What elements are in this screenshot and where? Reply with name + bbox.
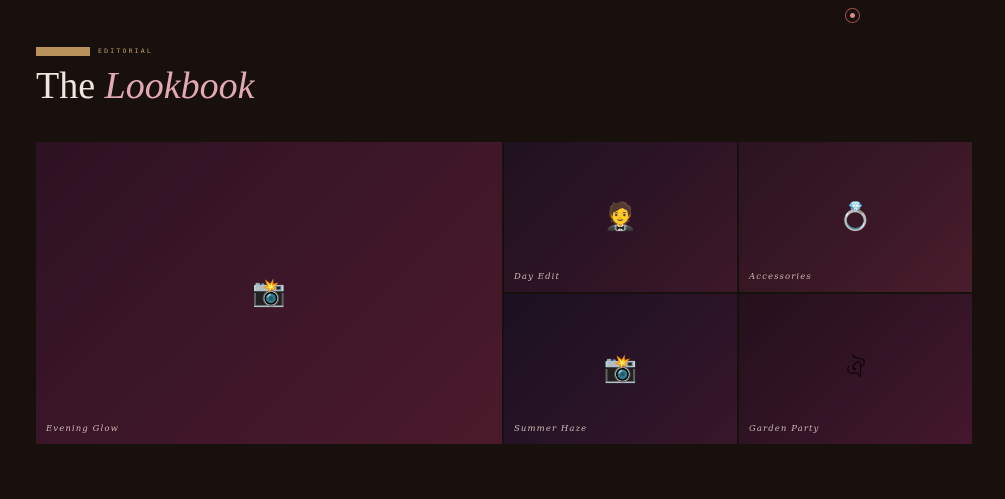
- record-button[interactable]: [845, 8, 860, 23]
- page-title: The Lookbook: [36, 64, 254, 108]
- eyebrow-label: EDITORIAL: [98, 47, 154, 55]
- eyebrow-bar: [36, 47, 90, 56]
- camera-flash-icon: 📸: [603, 353, 638, 385]
- tile-caption: Garden Party: [749, 424, 820, 434]
- tile-caption: Day Edit: [514, 272, 560, 282]
- tile-caption: Evening Glow: [46, 424, 119, 434]
- lookbook-tile-summer-haze[interactable]: 📸 Summer Haze: [504, 294, 737, 444]
- record-dot-icon: [850, 13, 855, 18]
- person-tuxedo-icon: 🤵: [603, 201, 638, 233]
- lookbook-tile-evening-glow[interactable]: 📸 Evening Glow: [36, 142, 502, 444]
- lookbook-tile-accessories[interactable]: 💍 Accessories: [739, 142, 972, 292]
- lookbook-tile-day-edit[interactable]: 🤵 Day Edit: [504, 142, 737, 292]
- lookbook-tile-garden-party[interactable]: ঐ Garden Party: [739, 294, 972, 444]
- page-title-main: The: [36, 65, 96, 107]
- glyph-icon: ঐ: [845, 355, 866, 383]
- eyebrow: EDITORIAL: [36, 47, 153, 56]
- camera-flash-icon: 📸: [252, 277, 286, 309]
- page-title-accent: Lookbook: [104, 65, 255, 107]
- tile-caption: Summer Haze: [514, 424, 588, 434]
- ring-icon: 💍: [838, 201, 873, 233]
- tile-caption: Accessories: [749, 272, 812, 282]
